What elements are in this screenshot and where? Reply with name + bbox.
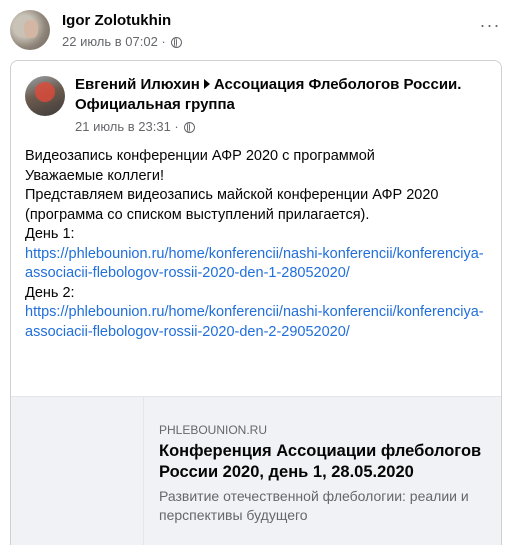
post-timestamp: 22 июль в 07:02 ·: [62, 34, 183, 49]
more-options-icon[interactable]: ···: [478, 16, 502, 38]
globe-icon: [184, 122, 196, 133]
link-preview-title[interactable]: Конференция Ассоциации флебологов России…: [159, 441, 499, 483]
shared-post-timestamp-text[interactable]: 21 июль в 23:31 ·: [75, 119, 179, 134]
day1-link[interactable]: https://phlebounion.ru/home/konferencii/…: [25, 245, 489, 284]
globe-icon: [171, 37, 183, 48]
post-body: Видеозапись конференции АФР 2020 с прогр…: [25, 147, 489, 342]
author-name[interactable]: Igor Zolotukhin: [62, 12, 171, 29]
body-line: Представляем видеозапись майской конфере…: [25, 187, 439, 223]
right-triangle-icon: [203, 79, 210, 89]
link-preview[interactable]: PHLEBOUNION.RU Конференция Ассоциации фл…: [11, 396, 501, 545]
post-timestamp-text[interactable]: 22 июль в 07:02 ·: [62, 34, 166, 49]
link-preview-thumbnail[interactable]: [11, 397, 144, 545]
day2-link[interactable]: https://phlebounion.ru/home/konferencii/…: [25, 303, 489, 342]
body-line: Уважаемые коллеги!: [25, 167, 164, 184]
shared-author-name[interactable]: Евгений Илюхин: [75, 76, 200, 93]
shared-author-avatar[interactable]: [25, 76, 65, 116]
shared-post-timestamp: 21 июль в 23:31 ·: [75, 119, 196, 134]
day2-label: День 2:: [25, 284, 75, 301]
post-header: Igor Zolotukhin 22 июль в 07:02 · ···: [10, 8, 502, 52]
link-preview-domain: PHLEBOUNION.RU: [159, 423, 268, 437]
shared-post-card: Евгений Илюхин Ассоциация Флебологов Росс…: [10, 60, 502, 545]
day1-label: День 1:: [25, 226, 75, 242]
link-preview-description: Развитие отечественной флебологии: реали…: [159, 488, 469, 523]
shared-author-line: Евгений Илюхин Ассоциация Флебологов Росс…: [75, 75, 485, 115]
shared-post-header: Евгений Илюхин Ассоциация Флебологов Росс…: [25, 73, 485, 134]
body-line: Видеозапись конференции АФР 2020 с прогр…: [25, 148, 375, 164]
author-avatar[interactable]: [10, 10, 50, 50]
